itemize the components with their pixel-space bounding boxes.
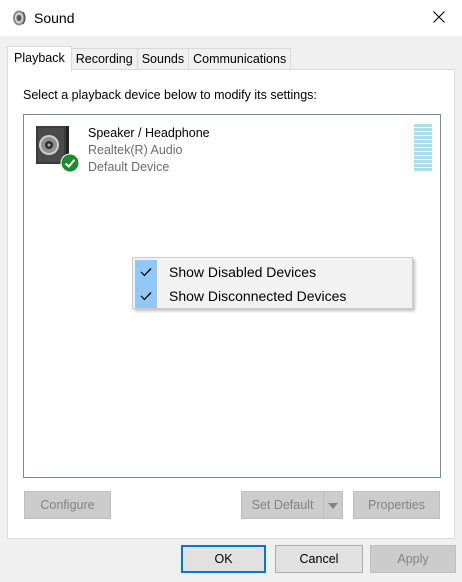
menu-item-show-disconnected[interactable]: Show Disconnected Devices — [135, 284, 410, 308]
menu-item-show-disabled[interactable]: Show Disabled Devices — [135, 260, 410, 284]
list-item[interactable]: Speaker / Headphone Realtek(R) Audio Def… — [30, 123, 434, 179]
chevron-down-icon — [328, 498, 338, 512]
close-icon — [433, 10, 445, 26]
dialog-body: Playback Recording Sounds Communications… — [0, 36, 462, 582]
menu-item-label: Show Disabled Devices — [169, 264, 317, 280]
default-check-icon — [60, 153, 80, 173]
set-default-dropdown-button[interactable] — [323, 491, 343, 519]
device-list[interactable]: Speaker / Headphone Realtek(R) Audio Def… — [23, 114, 441, 478]
instruction-text: Select a playback device below to modify… — [23, 88, 317, 102]
playback-panel: Select a playback device below to modify… — [7, 69, 455, 539]
title-bar: Sound — [0, 0, 462, 36]
tab-recording[interactable]: Recording — [71, 48, 138, 70]
checkmark-icon — [135, 284, 157, 308]
context-menu: Show Disabled Devices Show Disconnected … — [132, 257, 413, 309]
checkmark-icon — [135, 260, 157, 284]
menu-item-label: Show Disconnected Devices — [169, 288, 347, 304]
tab-sounds[interactable]: Sounds — [137, 48, 190, 70]
speaker-icon — [10, 9, 28, 27]
window-title: Sound — [34, 10, 75, 26]
properties-button[interactable]: Properties — [353, 491, 440, 519]
apply-button[interactable]: Apply — [370, 545, 456, 573]
close-button[interactable] — [416, 0, 462, 36]
level-meter — [414, 124, 432, 172]
device-status: Default Device — [88, 160, 170, 174]
device-name: Speaker / Headphone — [88, 126, 210, 140]
tab-strip: Playback Recording Sounds Communications — [7, 46, 292, 71]
cancel-button[interactable]: Cancel — [275, 545, 363, 573]
configure-button[interactable]: Configure — [24, 491, 111, 519]
set-default-button[interactable]: Set Default — [241, 491, 323, 519]
tab-communications[interactable]: Communications — [189, 48, 292, 70]
ok-button[interactable]: OK — [181, 545, 266, 573]
sound-dialog: Sound Playback Recording Sounds Communic… — [0, 0, 462, 582]
tab-playback[interactable]: Playback — [7, 46, 72, 71]
device-driver: Realtek(R) Audio — [88, 143, 183, 157]
